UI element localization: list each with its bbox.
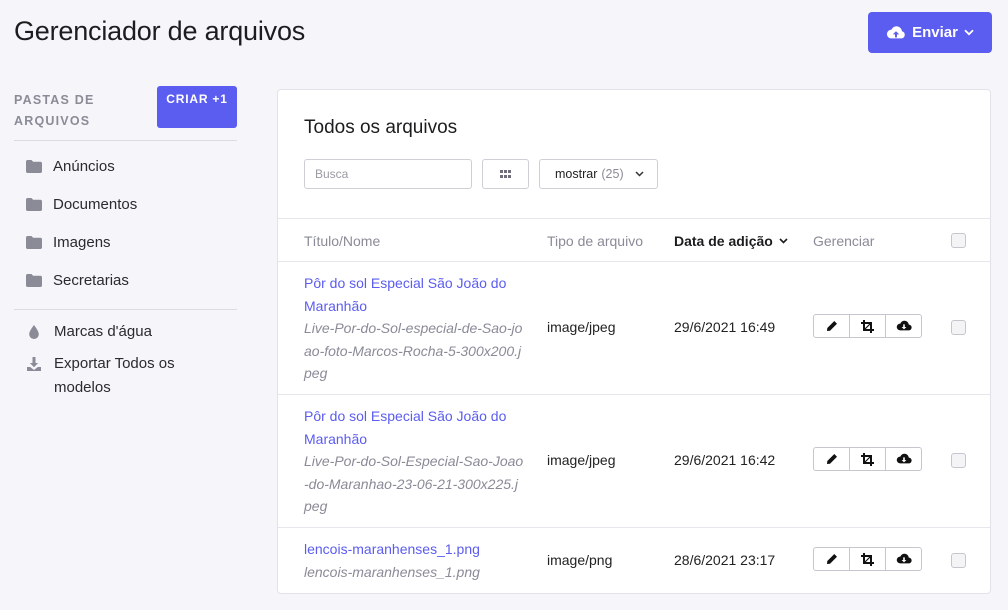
folders-heading: PASTAS DE ARQUIVOS (14, 93, 95, 128)
folder-label: Documentos (53, 195, 138, 213)
table-header: Título/Nome Tipo de arquivo Data de adiç… (278, 218, 990, 262)
crop-icon (861, 319, 874, 333)
download-button[interactable] (886, 448, 921, 470)
page-title: Gerenciador de arquivos (14, 16, 306, 46)
search-input[interactable] (304, 159, 472, 189)
cloud-download-icon (896, 553, 912, 564)
download-button[interactable] (886, 548, 921, 570)
file-name: Live-Por-do-Sol-Especial-Sao-Joao-do-Mar… (304, 453, 524, 514)
row-checkbox[interactable] (951, 553, 966, 568)
edit-button[interactable] (814, 448, 850, 470)
crop-button[interactable] (850, 448, 886, 470)
row-checkbox[interactable] (951, 453, 966, 468)
cloud-download-icon (896, 453, 912, 464)
column-title[interactable]: Título/Nome (304, 233, 380, 249)
folder-item-documentos[interactable]: Documentos (14, 185, 237, 223)
row-title-cell: Pôr do sol Especial São João do Maranhão… (304, 272, 524, 385)
column-date[interactable]: Data de adição (674, 233, 788, 249)
file-title-link[interactable]: Pôr do sol Especial São João do Maranhão (304, 405, 524, 450)
grid-icon (500, 170, 511, 178)
row-actions (813, 447, 922, 471)
edit-button[interactable] (814, 548, 850, 570)
cloud-download-icon (896, 320, 912, 331)
upload-label: Enviar (912, 24, 958, 41)
row-actions (813, 547, 922, 571)
folder-item-imagens[interactable]: Imagens (14, 223, 237, 261)
download-icon (27, 357, 41, 371)
file-date: 28/6/2021 23:17 (674, 552, 776, 568)
chevron-down-icon (635, 171, 644, 177)
crop-icon (861, 552, 874, 566)
crop-icon (861, 452, 874, 466)
sidebar: PASTAS DE ARQUIVOS CRIAR +1 Anúncios Doc… (14, 86, 237, 408)
watermarks-label: Marcas d'água (54, 323, 152, 340)
file-name: Live-Por-do-Sol-especial-de-Sao-joao-fot… (304, 320, 523, 381)
row-actions (813, 314, 922, 338)
export-templates-link[interactable]: Exportar Todos os modelos (14, 352, 237, 400)
folder-icon (26, 197, 42, 211)
chevron-down-icon (964, 29, 974, 36)
crop-button[interactable] (850, 315, 886, 337)
file-type: image/jpeg (547, 319, 616, 335)
crop-button[interactable] (850, 548, 886, 570)
extras-list: Marcas d'água Exportar Todos os modelos (14, 310, 237, 400)
folder-item-secretarias[interactable]: Secretarias (14, 261, 237, 299)
cloud-upload-icon (886, 25, 905, 38)
folder-icon (26, 273, 42, 287)
files-panel: Todos os arquivos mostrar (25) Título/No… (277, 89, 991, 594)
download-button[interactable] (886, 315, 921, 337)
watermarks-link[interactable]: Marcas d'água (14, 320, 237, 344)
row-title-cell: Pôr do sol Especial São João do Maranhão… (304, 405, 524, 518)
show-count-dropdown[interactable]: mostrar (25) (539, 159, 658, 189)
select-all-checkbox[interactable] (951, 233, 966, 248)
sidebar-header: PASTAS DE ARQUIVOS CRIAR +1 (14, 86, 237, 141)
file-date: 29/6/2021 16:42 (674, 452, 776, 468)
show-count: (25) (601, 167, 624, 181)
table-row: Pôr do sol Especial São João do Maranhão… (278, 395, 990, 528)
file-type: image/jpeg (547, 452, 616, 468)
panel-title: Todos os arquivos (304, 117, 458, 138)
show-label: mostrar (555, 167, 598, 181)
pencil-icon (826, 454, 837, 464)
column-date-label: Data de adição (674, 233, 773, 249)
folder-label: Imagens (53, 233, 111, 251)
water-drop-icon (29, 325, 39, 339)
row-title-cell: lencois-maranhenses_1.png lencois-maranh… (304, 538, 524, 583)
folder-icon (26, 235, 42, 249)
column-type[interactable]: Tipo de arquivo (547, 233, 643, 249)
file-title-link[interactable]: lencois-maranhenses_1.png (304, 538, 524, 561)
file-type: image/png (547, 552, 613, 568)
column-manage: Gerenciar (813, 233, 875, 249)
edit-button[interactable] (814, 315, 850, 337)
row-checkbox[interactable] (951, 320, 966, 335)
pencil-icon (826, 554, 837, 564)
create-folder-button[interactable]: CRIAR +1 (157, 86, 237, 128)
file-date: 29/6/2021 16:49 (674, 319, 776, 335)
grid-view-button[interactable] (482, 159, 529, 189)
folder-label: Secretarias (53, 271, 129, 289)
folder-icon (26, 159, 42, 173)
upload-button[interactable]: Enviar (868, 12, 992, 53)
sort-down-icon (779, 238, 788, 244)
export-templates-label: Exportar Todos os modelos (54, 355, 175, 396)
folder-label: Anúncios (53, 157, 115, 175)
table-row: lencois-maranhenses_1.png lencois-maranh… (278, 528, 990, 594)
folder-item-anuncios[interactable]: Anúncios (14, 147, 237, 185)
pencil-icon (826, 321, 837, 331)
table-row: Pôr do sol Especial São João do Maranhão… (278, 262, 990, 395)
folder-list: Anúncios Documentos Imagens Secretarias (14, 141, 237, 310)
file-name: lencois-maranhenses_1.png (304, 563, 480, 580)
file-title-link[interactable]: Pôr do sol Especial São João do Maranhão (304, 272, 524, 317)
